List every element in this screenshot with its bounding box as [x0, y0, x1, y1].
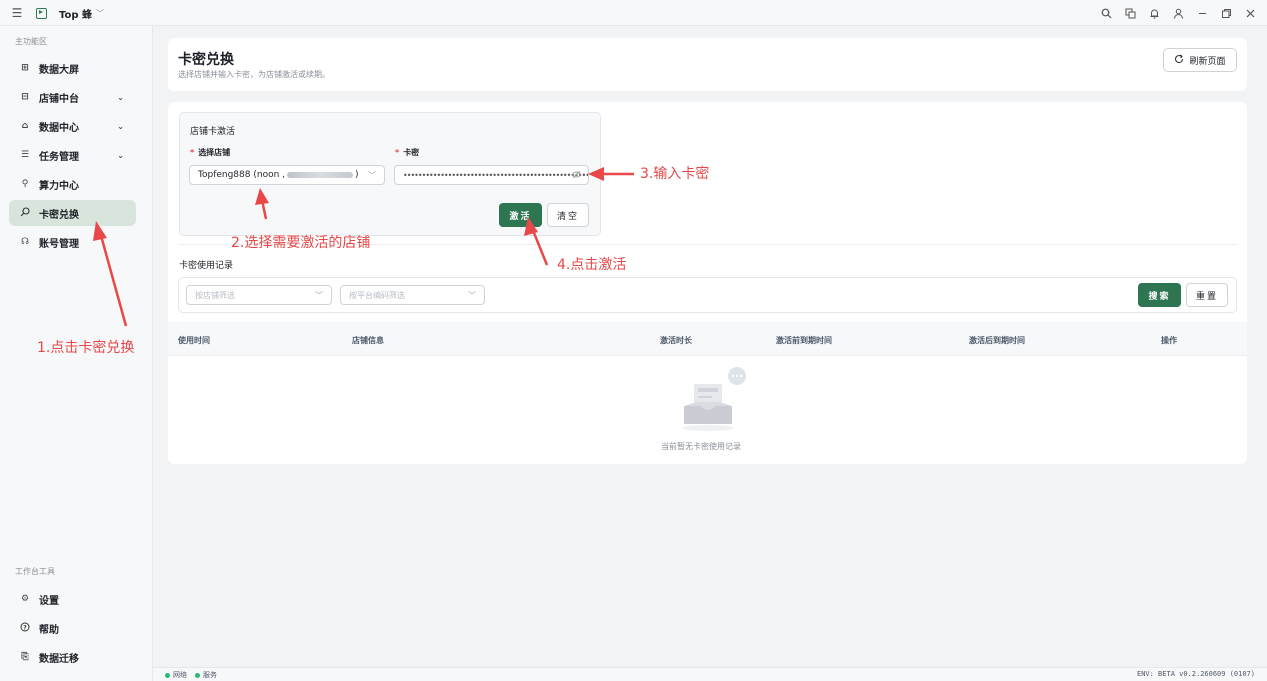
records-title: 卡密使用记录 [179, 261, 234, 271]
column-header: 店铺信息 [352, 336, 384, 345]
chevron-down-icon: ⌄ [117, 92, 124, 102]
table-header [168, 322, 1247, 356]
store-icon: ⊟ [21, 92, 29, 102]
chevron-down-icon: ⌄ [117, 121, 124, 131]
search-icon[interactable] [1095, 3, 1117, 23]
sidebar-item-label: 卡密兑换 [39, 209, 79, 221]
annotation-step-4: 4.点击激活 [557, 257, 627, 273]
clear-button[interactable]: 清空 [547, 203, 589, 227]
platform-filter-select[interactable]: 按平台编码筛选 ﹀ [340, 285, 485, 305]
migrate-icon: ⎘ [21, 652, 29, 662]
annotation-step-2: 2.选择需要激活的店铺 [231, 235, 371, 251]
chevron-down-icon: ﹀ [468, 290, 476, 300]
page-title: 卡密兑换 [178, 52, 234, 68]
column-header: 激活前到期时间 [776, 336, 832, 345]
card-key-input[interactable]: ••••••••••••••••••••••••••••••••••••••••… [394, 165, 589, 185]
filter-bar [178, 277, 1237, 313]
svg-text:?: ? [23, 624, 27, 631]
dashboard-icon: ⊞ [21, 63, 29, 73]
sidebar-item-settings[interactable]: ⚙ 设置 [9, 586, 136, 612]
store-select-value: Topfeng888 (noon ,) [198, 170, 359, 180]
column-header: 激活后到期时间 [969, 336, 1025, 345]
sidebar-item-dashboard[interactable]: ⊞ 数据大屏 [9, 55, 136, 81]
chevron-down-icon: ﹀ [368, 170, 376, 180]
reset-button[interactable]: 重置 [1186, 283, 1228, 307]
sidebar-item-card-redeem[interactable]: 卡密兑换 [9, 200, 136, 226]
translate-icon[interactable] [1119, 3, 1141, 23]
column-header: 操作 [1161, 336, 1177, 345]
refresh-button[interactable]: 刷新页面 [1163, 48, 1237, 72]
help-icon: ? [18, 622, 32, 635]
card-key-value: ••••••••••••••••••••••••••••••••••••••••… [403, 170, 589, 180]
empty-state-text: 当前暂无卡密使用记录 [661, 442, 741, 451]
refresh-icon [1174, 54, 1184, 67]
sidebar-item-label: 任务管理 [39, 151, 79, 163]
sidebar-item-label: 数据中心 [39, 122, 79, 134]
activate-button[interactable]: 激活 [499, 203, 542, 227]
store-filter-select[interactable]: 按店铺筛选 ﹀ [186, 285, 332, 305]
platform-filter-placeholder: 按平台编码筛选 [349, 290, 405, 300]
app-name: Top 蜂 [59, 9, 93, 21]
sidebar-item-tasks[interactable]: ☰ 任务管理 ⌄ [9, 142, 136, 168]
annotation-step-3: 3.输入卡密 [640, 166, 710, 182]
menu-icon[interactable]: ☰ [10, 3, 24, 23]
column-header: 激活时长 [660, 336, 692, 345]
minimize-icon[interactable] [1191, 3, 1213, 23]
user-icon[interactable] [1167, 3, 1189, 23]
sidebar-item-label: 帮助 [39, 624, 59, 636]
page-subtitle: 选择店铺并输入卡密，为店铺激活或续期。 [178, 70, 330, 79]
status-dot-icon [165, 672, 170, 678]
status-bar: 网络 服务 ENV: BETA v0.2.260609 (0107) [153, 667, 1267, 681]
app-switcher[interactable]: Top 蜂 ﹀ [59, 6, 104, 21]
sidebar-item-label: 账号管理 [39, 238, 79, 250]
activation-title: 店铺卡激活 [190, 127, 236, 137]
key-label: * 卡密 [395, 148, 420, 157]
env-version: ENV: BETA v0.2.260609 (0107) [1136, 670, 1255, 678]
app-logo-icon [36, 7, 47, 19]
bell-icon[interactable] [1143, 3, 1165, 23]
chevron-down-icon: ﹀ [96, 8, 105, 18]
chevron-down-icon: ﹀ [315, 290, 323, 300]
link-icon: ⚲ [21, 179, 29, 189]
store-select[interactable]: Topfeng888 (noon ,) ﹀ [189, 165, 385, 185]
key-search-icon [18, 206, 32, 220]
redacted-mask [287, 171, 354, 178]
service-status: 服务 [195, 670, 217, 680]
list-icon: ☰ [20, 150, 30, 160]
box-icon: ⌂ [21, 121, 29, 131]
sidebar-item-label: 数据迁移 [39, 653, 79, 665]
sidebar-item-label: 数据大屏 [39, 64, 79, 76]
users-icon: ☊ [21, 237, 29, 247]
empty-inbox-icon [680, 366, 750, 435]
sidebar-item-label: 算力中心 [39, 180, 79, 192]
store-filter-placeholder: 按店铺筛选 [195, 290, 235, 300]
close-icon[interactable] [1239, 3, 1261, 23]
chevron-down-icon: ⌄ [117, 150, 124, 160]
title-bar: ☰ Top 蜂 ﹀ [0, 0, 1267, 26]
eye-off-icon[interactable] [572, 170, 581, 180]
sidebar-item-store[interactable]: ⊟ 店铺中台 ⌄ [9, 84, 136, 110]
sidebar-section-tools: 工作台工具 [15, 567, 55, 576]
network-status: 网络 [165, 670, 187, 680]
sidebar-item-accounts[interactable]: ☊ 账号管理 [9, 229, 136, 255]
sidebar-section-main: 主功能区 [15, 37, 47, 46]
sidebar-item-label: 设置 [39, 595, 59, 607]
store-label: * 选择店铺 [190, 148, 231, 157]
page-header-card [168, 38, 1247, 91]
sidebar-item-label: 店铺中台 [39, 93, 79, 105]
refresh-label: 刷新页面 [1189, 56, 1226, 67]
sidebar-item-data-center[interactable]: ⌂ 数据中心 ⌄ [9, 113, 136, 139]
status-dot-icon [195, 672, 200, 678]
sidebar-item-help[interactable]: ? 帮助 [9, 615, 136, 641]
sidebar-item-compute[interactable]: ⚲ 算力中心 [9, 171, 136, 197]
annotation-step-1: 1.点击卡密兑换 [37, 340, 135, 356]
column-header: 使用时间 [178, 336, 210, 345]
gear-icon: ⚙ [20, 594, 30, 604]
restore-icon[interactable] [1215, 3, 1237, 23]
search-button[interactable]: 搜索 [1138, 283, 1181, 307]
sidebar-item-migrate[interactable]: ⎘ 数据迁移 [9, 644, 136, 670]
